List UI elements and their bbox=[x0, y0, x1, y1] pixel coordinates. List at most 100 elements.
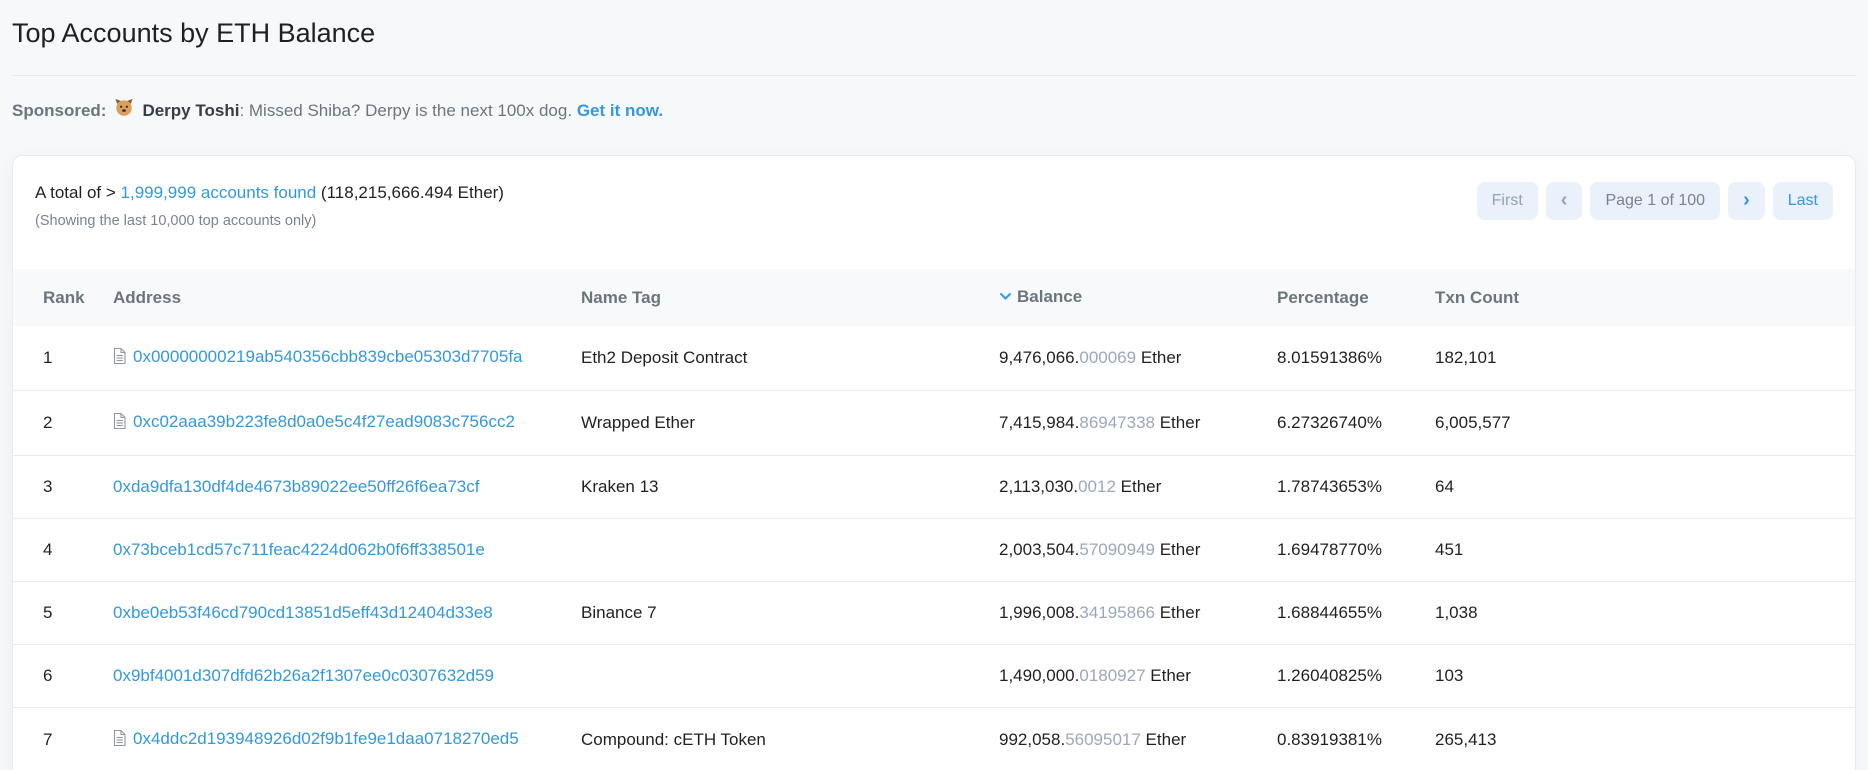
page: Top Accounts by ETH Balance Sponsored: D… bbox=[0, 0, 1868, 770]
rank-cell: 1 bbox=[13, 326, 105, 391]
address-cell: 0xc02aaa39b223fe8d0a0e5c4f27ead9083c756c… bbox=[105, 390, 573, 456]
name-tag-cell: Binance 7 bbox=[573, 581, 991, 645]
balance-cell: 1,996,008.34195866 Ether bbox=[991, 581, 1269, 645]
column-header-name-tag: Name Tag bbox=[573, 269, 991, 326]
balance-decimal: 34195866 bbox=[1079, 603, 1155, 622]
card-header: A total of > 1,999,999 accounts found (1… bbox=[13, 156, 1855, 229]
balance-unit: Ether bbox=[1140, 730, 1187, 749]
percentage-cell: 6.27326740% bbox=[1269, 390, 1427, 456]
chevron-left-icon: ‹ bbox=[1560, 189, 1568, 211]
table-row: 5 0xbe0eb53f46cd790cd13851d5eff43d12404d… bbox=[13, 581, 1855, 645]
balance-decimal: 0180927 bbox=[1079, 666, 1146, 685]
address-link[interactable]: 0x4ddc2d193948926d02f9b1fe9e1daa0718270e… bbox=[133, 729, 519, 748]
percentage-cell: 1.68844655% bbox=[1269, 581, 1427, 645]
accounts-found-link[interactable]: 1,999,999 accounts found bbox=[121, 183, 317, 202]
balance-unit: Ether bbox=[1136, 348, 1182, 367]
table-row: 6 0x9bf4001d307dfd62b26a2f1307ee0c030763… bbox=[13, 644, 1855, 708]
address-link[interactable]: 0x9bf4001d307dfd62b26a2f1307ee0c0307632d… bbox=[113, 666, 494, 685]
address-cell: 0x73bceb1cd57c711feac4224d062b0f6ff33850… bbox=[105, 518, 573, 582]
rank-cell: 4 bbox=[13, 518, 105, 582]
address-cell: 0xbe0eb53f46cd790cd13851d5eff43d12404d33… bbox=[105, 581, 573, 645]
address-link[interactable]: 0xbe0eb53f46cd790cd13851d5eff43d12404d33… bbox=[113, 603, 493, 622]
sponsored-text: : Missed Shiba? Derpy is the next 100x d… bbox=[239, 100, 573, 120]
balance-header-label: Balance bbox=[1017, 287, 1083, 306]
column-header-rank: Rank bbox=[13, 269, 105, 326]
name-tag-cell: Kraken 13 bbox=[573, 455, 991, 519]
address-cell: 0x00000000219ab540356cbb839cbe05303d7705… bbox=[105, 326, 573, 391]
rank-cell: 5 bbox=[13, 581, 105, 645]
next-page-button[interactable]: › bbox=[1728, 182, 1765, 220]
address-link[interactable]: 0x00000000219ab540356cbb839cbe05303d7705… bbox=[133, 347, 523, 366]
address-cell: 0xda9dfa130df4de4673b89022ee50ff26f6ea73… bbox=[105, 455, 573, 519]
address-cell: 0x9bf4001d307dfd62b26a2f1307ee0c0307632d… bbox=[105, 644, 573, 708]
balance-cell: 992,058.56095017 Ether bbox=[991, 707, 1269, 770]
balance-unit: Ether bbox=[1155, 413, 1201, 432]
summary-prefix: A total of > bbox=[35, 183, 121, 202]
last-page-button[interactable]: Last bbox=[1772, 182, 1833, 220]
contract-file-icon bbox=[113, 729, 126, 751]
dog-emoji-icon bbox=[113, 96, 135, 125]
column-header-address: Address bbox=[105, 269, 573, 326]
txn-count-cell: 1,038 bbox=[1427, 581, 1855, 645]
rank-cell: 3 bbox=[13, 455, 105, 519]
column-header-balance[interactable]: Balance bbox=[991, 269, 1269, 326]
rank-cell: 2 bbox=[13, 390, 105, 456]
accounts-table-body: 1 0x00000000219ab540356cbb839cbe05303d77… bbox=[13, 326, 1855, 770]
balance-decimal: 000069 bbox=[1079, 348, 1137, 367]
balance-unit: Ether bbox=[1155, 540, 1201, 559]
balance-decimal: 56095017 bbox=[1065, 730, 1141, 749]
page-indicator: Page 1 of 100 bbox=[1590, 182, 1721, 220]
summary-note: (Showing the last 10,000 top accounts on… bbox=[35, 213, 317, 229]
percentage-cell: 1.69478770% bbox=[1269, 518, 1427, 582]
name-tag-cell bbox=[573, 518, 991, 582]
accounts-table: Rank Address Name Tag Balance Percentage… bbox=[13, 269, 1855, 770]
balance-integer: 1,996,008. bbox=[999, 603, 1080, 622]
table-row: 7 0x4ddc2d193948926d02f9b1fe9e1daa071827… bbox=[13, 707, 1855, 770]
balance-integer: 9,476,066. bbox=[999, 348, 1080, 367]
column-header-txn-count: Txn Count bbox=[1427, 269, 1855, 326]
balance-decimal: 0012 bbox=[1078, 477, 1116, 496]
accounts-card: A total of > 1,999,999 accounts found (1… bbox=[12, 155, 1856, 770]
rank-cell: 6 bbox=[13, 644, 105, 708]
page-title: Top Accounts by ETH Balance bbox=[12, 18, 376, 48]
balance-unit: Ether bbox=[1115, 477, 1162, 496]
balance-integer: 7,415,984. bbox=[999, 413, 1080, 432]
contract-file-icon bbox=[113, 412, 126, 434]
name-tag-cell: Wrapped Ether bbox=[573, 390, 991, 456]
table-row: 1 0x00000000219ab540356cbb839cbe05303d77… bbox=[13, 326, 1855, 391]
table-row: 4 0x73bceb1cd57c711feac4224d062b0f6ff338… bbox=[13, 518, 1855, 582]
sort-desc-icon bbox=[999, 288, 1012, 308]
balance-integer: 1,490,000. bbox=[999, 666, 1080, 685]
balance-cell: 7,415,984.86947338 Ether bbox=[991, 390, 1269, 456]
name-tag-cell bbox=[573, 644, 991, 708]
address-link[interactable]: 0xc02aaa39b223fe8d0a0e5c4f27ead9083c756c… bbox=[133, 412, 515, 431]
address-link[interactable]: 0xda9dfa130df4de4673b89022ee50ff26f6ea73… bbox=[113, 477, 480, 496]
address-link[interactable]: 0x73bceb1cd57c711feac4224d062b0f6ff33850… bbox=[113, 540, 485, 559]
name-tag-cell: Compound: cETH Token bbox=[573, 707, 991, 770]
table-header-row: Rank Address Name Tag Balance Percentage… bbox=[13, 269, 1855, 326]
balance-cell: 1,490,000.0180927 Ether bbox=[991, 644, 1269, 708]
percentage-cell: 1.78743653% bbox=[1269, 455, 1427, 519]
prev-page-button[interactable]: ‹ bbox=[1545, 182, 1583, 220]
address-cell: 0x4ddc2d193948926d02f9b1fe9e1daa0718270e… bbox=[105, 707, 573, 770]
txn-count-cell: 64 bbox=[1427, 455, 1855, 519]
table-row: 3 0xda9dfa130df4de4673b89022ee50ff26f6ea… bbox=[13, 455, 1855, 519]
sponsored-cta-link[interactable]: Get it now. bbox=[577, 101, 663, 120]
pagination: First ‹ Page 1 of 100 › Last bbox=[1476, 182, 1833, 220]
balance-integer: 2,003,504. bbox=[999, 540, 1080, 559]
balance-cell: 2,003,504.57090949 Ether bbox=[991, 518, 1269, 582]
contract-file-icon bbox=[113, 347, 126, 369]
first-page-button[interactable]: First bbox=[1476, 182, 1538, 220]
balance-unit: Ether bbox=[1155, 603, 1201, 622]
chevron-right-icon: › bbox=[1743, 189, 1750, 211]
rank-cell: 7 bbox=[13, 707, 105, 770]
txn-count-cell: 103 bbox=[1427, 644, 1855, 708]
txn-count-cell: 265,413 bbox=[1427, 707, 1855, 770]
summary-suffix: (118,215,666.494 Ether) bbox=[316, 183, 504, 202]
percentage-cell: 8.01591386% bbox=[1269, 326, 1427, 391]
balance-integer: 2,113,030. bbox=[999, 477, 1079, 496]
column-header-percentage: Percentage bbox=[1269, 269, 1427, 326]
txn-count-cell: 182,101 bbox=[1427, 326, 1855, 391]
balance-unit: Ether bbox=[1145, 666, 1191, 685]
txn-count-cell: 451 bbox=[1427, 518, 1855, 582]
